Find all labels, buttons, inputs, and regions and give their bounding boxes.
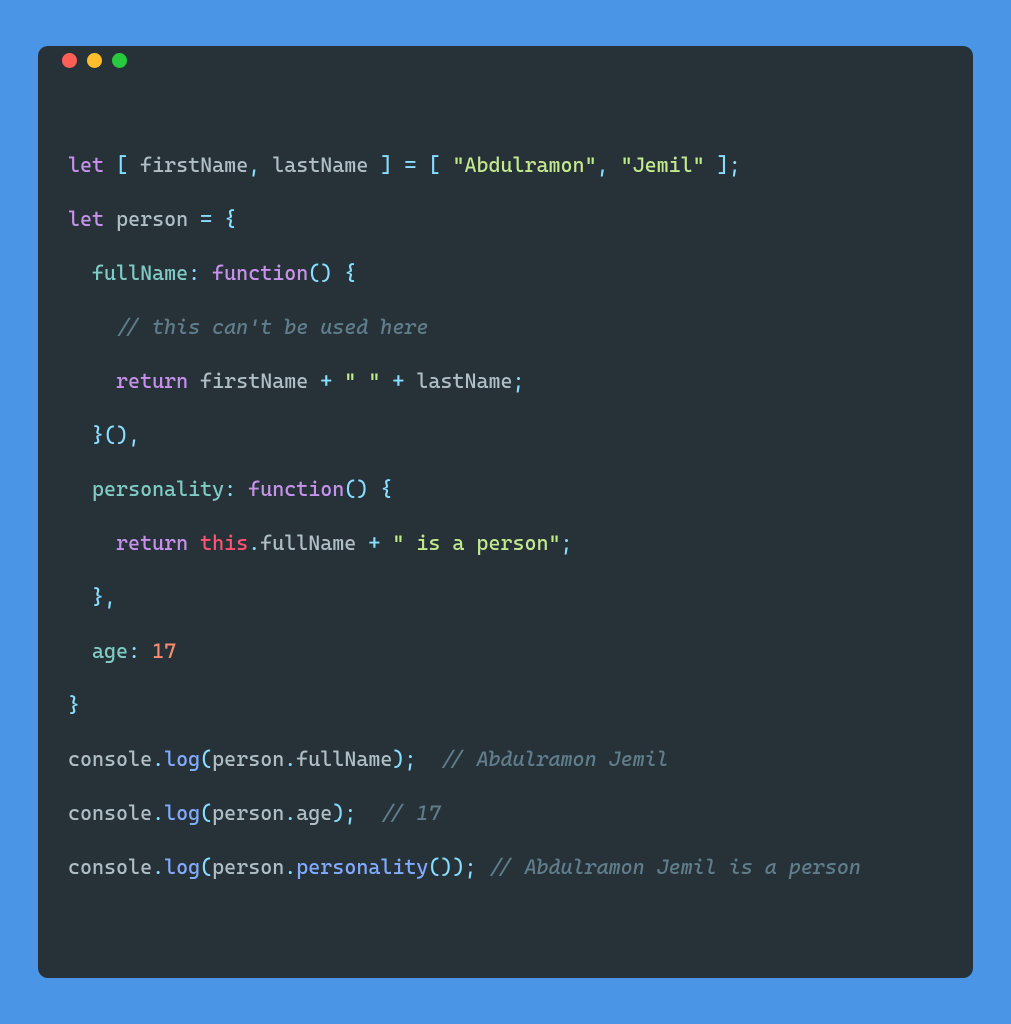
code-line: console.log(person.fullName); // Abdulra… [68,747,669,771]
traffic-light-minimize-icon[interactable] [87,53,102,68]
code-line: age: 17 [68,639,176,663]
code-block: let [ firstName, lastName ] = [ "Abdulra… [38,74,973,978]
keyword-function: function [212,261,308,285]
code-line: console.log(person.age); // 17 [68,801,440,825]
code-line: personality: function() { [68,477,392,501]
code-line: }(), [68,423,140,447]
code-line: // this can't be used here [68,315,428,339]
traffic-light-zoom-icon[interactable] [112,53,127,68]
code-line: }, [68,585,116,609]
keyword-this: this [200,531,248,555]
comment: // 17 [380,801,440,825]
code-window: let [ firstName, lastName ] = [ "Abdulra… [38,46,973,978]
code-line: let person = { [68,207,236,231]
code-line: return firstName + " " + lastName; [68,369,525,393]
comment: // Abdulramon Jemil is a person [488,855,860,879]
code-line: fullName: function() { [68,261,356,285]
comment: // Abdulramon Jemil [440,747,668,771]
code-line: return this.fullName + " is a person"; [68,531,573,555]
keyword-let: let [68,207,104,231]
traffic-light-close-icon[interactable] [62,53,77,68]
comment: // this can't be used here [116,315,428,339]
keyword-return: return [116,369,188,393]
window-titlebar [38,46,973,74]
keyword-let: let [68,153,104,177]
code-line: } [68,693,80,717]
keyword-function: function [248,477,344,501]
code-line: let [ firstName, lastName ] = [ "Abdulra… [68,153,741,177]
code-line: console.log(person.personality()); // Ab… [68,855,861,879]
keyword-return: return [116,531,188,555]
